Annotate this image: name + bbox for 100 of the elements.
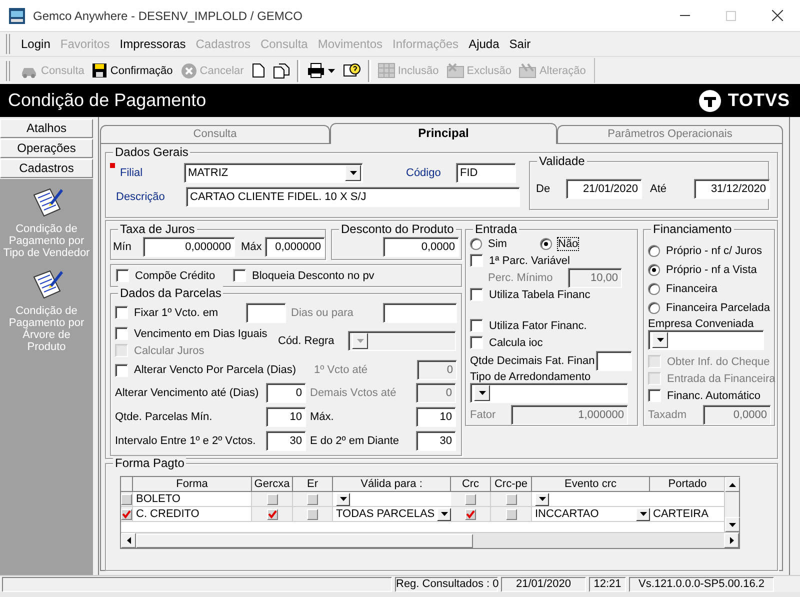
checkbox[interactable] [470,319,483,332]
menu-item[interactable]: Login [16,37,56,51]
toolbar-button[interactable]: Confirmação [88,60,177,82]
field-label: De [536,182,552,194]
dropdown-arrow-button[interactable] [652,332,668,348]
scroll-down-button[interactable] [725,517,740,532]
number-field[interactable]: 10 [266,407,306,427]
radio-button[interactable] [648,245,660,257]
date-field[interactable]: 21/01/2020 [566,178,642,198]
dropdown-arrow-button[interactable] [636,508,650,520]
status-text: Reg. Consultados : 0 [395,576,498,592]
scroll-up-button[interactable] [725,477,740,492]
grid-checkbox[interactable] [465,508,476,520]
text-field[interactable] [246,302,286,322]
checkbox[interactable] [115,327,128,340]
column-header: Gercxa [252,477,293,492]
number-field[interactable]: 0,0000 [383,236,459,256]
dropdown-arrow-button[interactable] [336,492,350,506]
scroll-left-button[interactable] [121,533,136,548]
grid-dropdown[interactable] [333,492,451,507]
field-label: Demais Vctos até [310,387,398,399]
checkbox[interactable] [115,364,128,376]
row-checkbox[interactable] [121,508,132,520]
table-cell: C. CREDITO [133,507,252,522]
close-icon[interactable] [772,10,782,21]
field-label: Intervalo Entre 1º e 2º Vctos. [115,435,257,447]
number-field[interactable]: 0,000000 [143,236,235,256]
save-icon [92,63,108,78]
checkbox-label: Compõe Crédito [135,270,216,282]
menu-item[interactable]: Ajuda [464,37,504,51]
dropdown-arrow-button[interactable] [474,385,490,401]
number-field[interactable]: 30 [416,431,456,451]
field-label: Alterar Vencimento até (Dias) [115,387,260,399]
checkbox-label: Bloqueia Desconto no pv [252,270,374,282]
radio-button[interactable] [470,238,482,250]
caret-icon [440,512,448,516]
number-field[interactable]: 0,000000 [265,236,325,256]
scrollbar-thumb[interactable] [136,534,473,548]
horizontal-scrollbar[interactable] [121,532,739,548]
sidebar-section-button[interactable]: Operações [0,139,93,158]
group-title: Financiamento [651,222,734,236]
menu-item[interactable]: Impressoras [114,37,191,51]
radio-button[interactable] [648,302,660,314]
checkbox[interactable] [233,269,246,282]
radio-button[interactable] [648,264,660,276]
dropdown-arrow-button[interactable] [535,492,549,506]
tab[interactable]: Principal [330,123,557,144]
number-field[interactable]: 0 [266,383,306,403]
date-field[interactable]: 31/12/2020 [694,178,770,198]
arrow-left-icon [126,537,130,544]
scroll-right-button[interactable] [724,533,739,548]
field-label: Qtde. Parcelas Mín. [115,411,214,423]
field-label: Até [650,182,668,194]
caret-icon [640,512,646,516]
dropdown-field[interactable]: MATRIZ [184,163,363,183]
grid-dropdown[interactable]: TODAS PARCELAS [333,507,451,522]
column-header: Er [293,477,333,492]
number-field[interactable]: 10 [416,407,456,427]
tab[interactable]: Parâmetros Operacionais [557,125,783,143]
column-header: Válida para : [333,477,451,492]
checkbox[interactable] [470,288,483,301]
checkbox[interactable] [116,269,129,282]
checkbox-label: Calcula ioc [489,336,543,348]
tab[interactable]: Consulta [100,125,330,143]
checkbox[interactable] [470,336,483,349]
status-text: 12:21 [589,576,626,592]
caret-icon [538,497,546,501]
checkbox[interactable] [115,306,128,319]
sidebar-section-button[interactable]: Atalhos [0,119,93,138]
radio-button[interactable] [648,283,660,295]
menu-item[interactable]: Sair [504,37,536,51]
sidebar-section-button[interactable]: Cadastros [0,159,93,178]
group-title: Dados Gerais [113,145,190,159]
text-field[interactable] [383,302,457,322]
field-label: Dias ou para [291,306,354,318]
checkbox[interactable] [470,254,483,267]
dropdown-arrow-button[interactable] [437,508,451,520]
checkbox-label: Fixar 1º Vcto. em [134,306,220,318]
dropdown-arrow-button[interactable] [345,165,361,181]
number-field[interactable] [596,351,632,371]
grid-dropdown[interactable] [532,492,650,507]
grid-checkbox[interactable] [266,508,278,520]
text-field[interactable]: CARTAO CLIENTE FIDEL. 10 X S/J [186,187,520,207]
caret-icon [356,339,364,343]
grid-dropdown[interactable]: INCCARTAO [532,507,650,522]
checkbox[interactable] [648,389,661,402]
logo-icon [698,88,722,112]
grid-cross-icon [446,63,464,78]
grid-icon [378,63,395,78]
dropdown-field[interactable] [648,330,764,350]
text-field[interactable]: FID [456,163,516,183]
vertical-scrollbar[interactable] [724,477,739,532]
dropdown-field[interactable] [470,383,628,403]
checkbox-label: Utiliza Tabela Financ [489,288,590,300]
cancel-icon [180,62,197,78]
column-header: Crc-pe [491,477,532,492]
radio-button[interactable] [540,238,552,250]
page-title: Condição de Pagamento [8,90,208,111]
radio-label: Financeira Parcelada [666,302,770,314]
number-field[interactable]: 30 [266,431,306,451]
